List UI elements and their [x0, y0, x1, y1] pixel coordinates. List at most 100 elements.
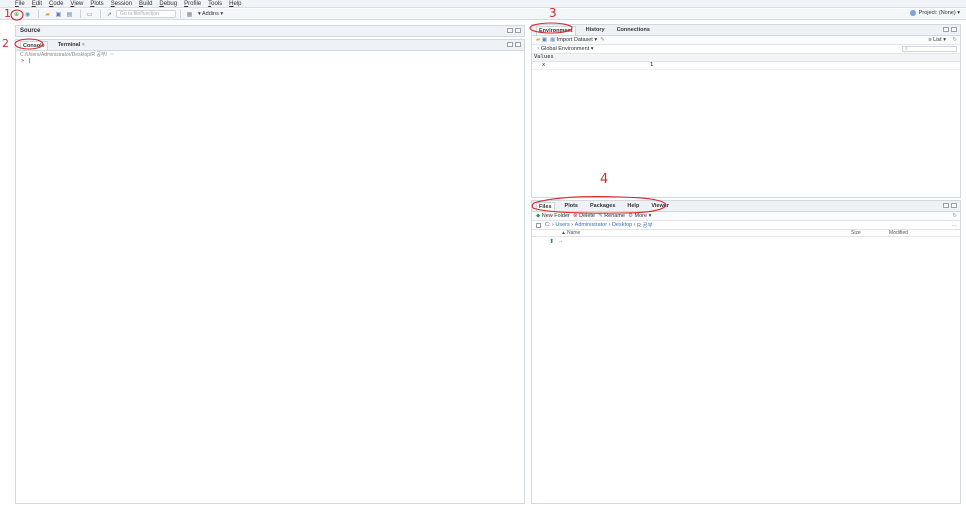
- menu-plots[interactable]: Plots: [90, 1, 103, 7]
- new-file-icon[interactable]: ⊕: [12, 10, 21, 18]
- annotation-number-2: 2: [2, 37, 9, 50]
- rename-button[interactable]: ✎ Rename: [598, 213, 625, 219]
- import-dataset-button[interactable]: ▦ Import Dataset ▾: [550, 37, 597, 43]
- breadcrumb-drive[interactable]: C:: [545, 222, 551, 228]
- tab-history[interactable]: History: [584, 26, 607, 34]
- column-modified[interactable]: Modified: [889, 230, 908, 236]
- tab-viewer[interactable]: Viewer: [649, 202, 671, 210]
- list-view-button[interactable]: ≡ List ▾: [928, 37, 946, 43]
- env-window-controls: [943, 27, 957, 32]
- menu-view[interactable]: View: [70, 1, 83, 7]
- source-pane-title: Source: [20, 28, 41, 34]
- files-toolbar: ◆ New Folder ⊗ Delete ✎ Rename ⚙ More ▾ …: [532, 212, 960, 221]
- home-checkbox[interactable]: [536, 222, 541, 228]
- breadcrumb-desktop[interactable]: Desktop: [612, 222, 632, 228]
- env-toolbar: ▰ ▣ ▦ Import Dataset ▾ ✎ ≡ List ▾ ↻: [532, 36, 960, 45]
- breadcrumb-administrator[interactable]: Administrator: [575, 222, 607, 228]
- source-window-controls: [507, 28, 521, 33]
- environment-pane: Environment History Connections ▰ ▣ ▦ Im…: [531, 24, 961, 198]
- refresh-icon[interactable]: ↻: [952, 213, 957, 219]
- open-folder-icon[interactable]: ▰: [43, 10, 52, 18]
- console-body[interactable]: > |: [16, 58, 524, 64]
- goto-file-input[interactable]: Go to file/function: [116, 10, 176, 18]
- new-folder-button[interactable]: ◆ New Folder: [536, 213, 570, 219]
- env-section-header: Values: [532, 54, 960, 62]
- console-window-controls: [507, 42, 521, 47]
- toolbar-divider: [100, 10, 101, 18]
- path-link-icon[interactable]: ⇨: [110, 52, 114, 58]
- save-workspace-icon[interactable]: ▣: [542, 37, 547, 43]
- menu-help[interactable]: Help: [229, 1, 241, 7]
- tab-terminal-label: Terminal: [57, 42, 81, 48]
- breadcrumb-users[interactable]: Users: [555, 222, 569, 228]
- toolbar-divider: [80, 10, 81, 18]
- import-dataset-label: Import Dataset: [556, 37, 593, 43]
- rename-icon: ✎: [598, 213, 603, 219]
- menu-debug[interactable]: Debug: [159, 1, 177, 7]
- delete-icon: ⊗: [572, 213, 578, 219]
- load-workspace-icon[interactable]: ▰: [536, 37, 540, 43]
- r-environment-icon: ◔: [536, 46, 540, 52]
- tab-console[interactable]: Console: [20, 40, 48, 50]
- list-label: List: [933, 37, 942, 43]
- menu-bar: File Edit Code View Plots Session Build …: [0, 0, 966, 8]
- maximize-icon[interactable]: [515, 28, 521, 33]
- grid-icon[interactable]: ▦: [185, 10, 194, 18]
- project-menu[interactable]: Project: (None) ▾: [909, 10, 960, 16]
- tab-plots[interactable]: Plots: [563, 202, 580, 210]
- menu-tools[interactable]: Tools: [208, 1, 222, 7]
- minimize-icon[interactable]: [943, 203, 949, 208]
- delete-button[interactable]: ⊗ Delete: [573, 213, 595, 219]
- menu-session[interactable]: Session: [111, 1, 132, 7]
- menu-file[interactable]: File: [15, 1, 25, 7]
- addins-button[interactable]: ▾ Addins ▾: [198, 11, 223, 17]
- print-icon[interactable]: ▭: [85, 10, 94, 18]
- up-arrow-icon: ⬆: [549, 239, 555, 245]
- tab-environment[interactable]: Environment: [536, 25, 576, 35]
- env-value-row[interactable]: x 1: [532, 62, 960, 70]
- tab-connections[interactable]: Connections: [615, 26, 652, 34]
- file-row[interactable]: ⬆ ..: [532, 237, 960, 246]
- new-folder-icon: ◆: [536, 213, 541, 219]
- save-all-icon[interactable]: ▤: [65, 10, 74, 18]
- new-project-icon[interactable]: ◉: [23, 10, 32, 18]
- tab-files[interactable]: Files: [536, 201, 555, 211]
- menu-build[interactable]: Build: [139, 1, 152, 7]
- tab-packages[interactable]: Packages: [588, 202, 617, 210]
- maximize-icon[interactable]: [951, 27, 957, 32]
- save-icon[interactable]: ▣: [54, 10, 63, 18]
- menu-profile[interactable]: Profile: [184, 1, 201, 7]
- env-scope-bar: ◔ Global Environment ▾ ⌕: [532, 45, 960, 54]
- sort-up-icon: ▲: [561, 230, 566, 236]
- close-icon[interactable]: ×: [82, 42, 85, 48]
- delete-label: Delete: [579, 213, 595, 219]
- more-button[interactable]: ⚙ More ▾: [628, 213, 651, 219]
- files-column-header: ▲ Name Size Modified: [532, 230, 960, 237]
- menu-edit[interactable]: Edit: [32, 1, 42, 7]
- tab-terminal[interactable]: Terminal ×: [56, 41, 87, 49]
- tab-help[interactable]: Help: [625, 202, 641, 210]
- maximize-icon[interactable]: [515, 42, 521, 47]
- main-toolbar: ⊕ ◉ ▰ ▣ ▤ ▭ ➚ Go to file/function ▦ ▾ Ad…: [0, 9, 966, 20]
- maximize-icon[interactable]: [951, 203, 957, 208]
- more-path-icon[interactable]: …: [952, 222, 958, 228]
- restore-icon[interactable]: [507, 28, 513, 33]
- console-tabbar: Console Terminal ×: [16, 40, 524, 51]
- addins-label: Addins: [202, 11, 219, 17]
- files-tabbar: Files Plots Packages Help Viewer: [532, 201, 960, 212]
- source-pane: Source: [15, 25, 525, 37]
- minimize-icon[interactable]: [943, 27, 949, 32]
- breadcrumb-folder[interactable]: R 공부: [637, 221, 653, 229]
- column-name[interactable]: Name: [567, 230, 580, 236]
- column-size[interactable]: Size: [851, 230, 861, 236]
- refresh-icon[interactable]: ↻: [952, 37, 957, 43]
- broom-icon[interactable]: ✎: [600, 37, 605, 43]
- minimize-icon[interactable]: [507, 42, 513, 47]
- menu-code[interactable]: Code: [49, 1, 63, 7]
- file-name[interactable]: ..: [559, 238, 562, 244]
- toolbar-divider: [180, 10, 181, 18]
- scope-dropdown[interactable]: Global Environment ▾: [541, 46, 594, 52]
- env-search-input[interactable]: ⌕: [902, 46, 957, 52]
- toolbar-divider: [38, 10, 39, 18]
- console-cursor: |: [27, 58, 31, 64]
